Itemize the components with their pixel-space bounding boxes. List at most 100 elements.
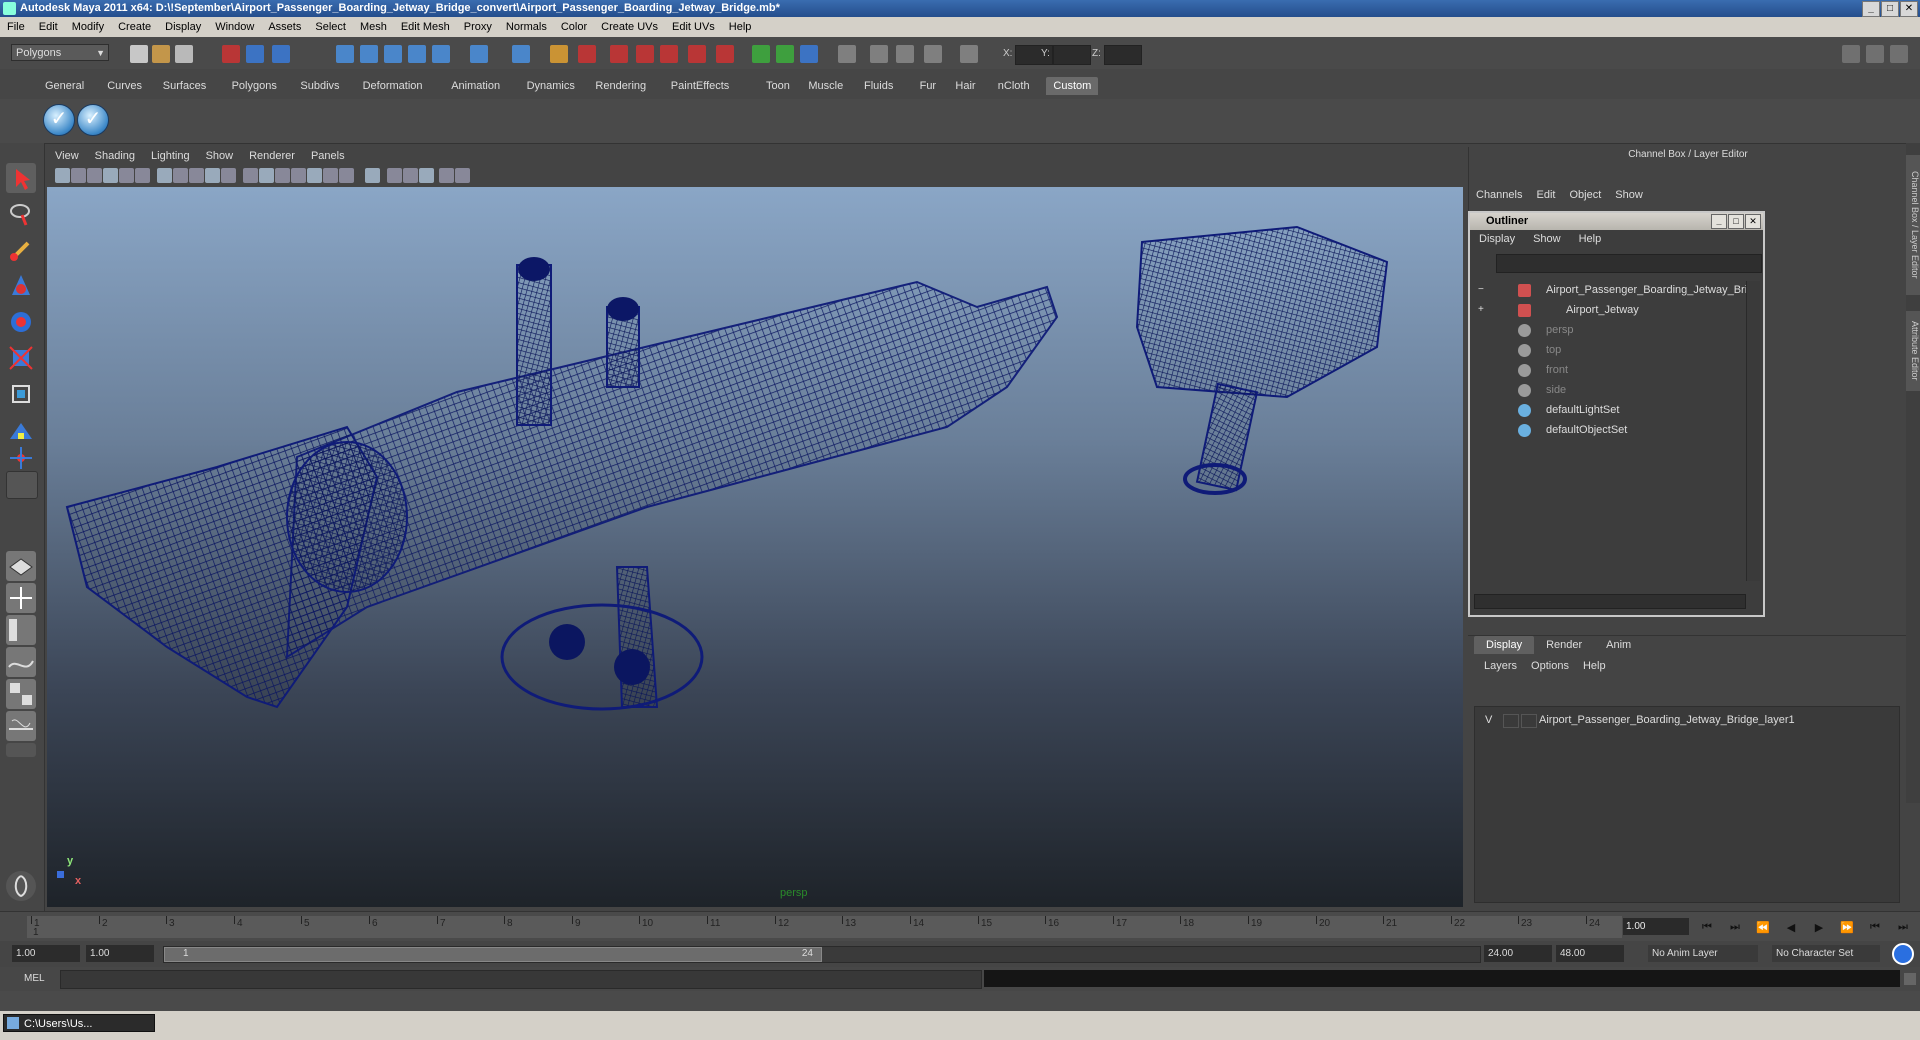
outliner-filter-field[interactable] (1496, 254, 1762, 273)
ipr-render-icon[interactable] (636, 45, 654, 63)
graph-editor-layout-icon[interactable] (6, 711, 36, 741)
outliner-horizontal-scrollbar[interactable] (1474, 594, 1746, 609)
current-frame-field[interactable]: 1.00 (1623, 918, 1689, 935)
shelf-tab-surfaces[interactable]: Surfaces (156, 77, 213, 95)
select-tool-icon[interactable] (6, 163, 36, 193)
shelf-tab-polygons[interactable]: Polygons (225, 77, 284, 95)
go-to-start-icon[interactable]: ⏮ (1697, 921, 1717, 934)
history-icon[interactable] (470, 45, 488, 63)
step-back-key-icon[interactable]: ⏭ (1725, 921, 1745, 934)
move-tool-icon[interactable] (6, 271, 36, 301)
use-all-lights-icon[interactable] (307, 168, 322, 183)
shelf-tab-ncloth[interactable]: nCloth (991, 77, 1037, 95)
film-gate-icon[interactable] (135, 168, 150, 183)
shelf-button-check-2[interactable]: ✓ (77, 104, 109, 136)
step-forward-key-icon[interactable]: ⏮ (1865, 921, 1885, 934)
shelf-button-check-1[interactable]: ✓ (43, 104, 75, 136)
bookmarks-icon[interactable] (87, 168, 102, 183)
backface-culling-icon[interactable] (419, 168, 434, 183)
shelf-tab-subdivs[interactable]: Subdivs (293, 77, 346, 95)
soft-mod-tool-icon[interactable] (6, 415, 36, 445)
outliner-item[interactable]: defaultObjectSet (1470, 421, 1740, 439)
select-object-icon[interactable] (246, 45, 264, 63)
outliner-vertical-scrollbar[interactable] (1746, 281, 1760, 581)
outliner-minimize-button[interactable]: _ (1711, 214, 1727, 229)
go-to-end-icon[interactable]: ⏭ (1893, 921, 1913, 934)
shelf-tab-rendering[interactable]: Rendering (588, 77, 653, 95)
playback-start-field[interactable]: 1.00 (86, 945, 154, 962)
outliner-item[interactable]: front (1470, 361, 1740, 379)
menu-set-select[interactable]: Polygons ▼ (11, 44, 109, 61)
select-camera-icon[interactable] (55, 168, 70, 183)
snap-plane-icon[interactable] (408, 45, 426, 63)
range-slider-bar[interactable]: 1 24 (163, 946, 1481, 963)
menu-assets[interactable]: Assets (261, 21, 308, 33)
gate-mask-icon[interactable] (173, 168, 188, 183)
z-coord-field[interactable] (1104, 45, 1142, 65)
shelf-tab-deformation[interactable]: Deformation (356, 77, 430, 95)
sidebar-channel-icon[interactable] (800, 45, 818, 63)
camera-zoom-icon[interactable] (455, 168, 470, 183)
step-back-frame-icon[interactable]: ⏪ (1753, 921, 1773, 934)
grid-toggle-icon[interactable] (119, 168, 134, 183)
shelf-tab-hair[interactable]: Hair (948, 77, 982, 95)
outliner-menu-show[interactable]: Show (1524, 233, 1570, 245)
shelf-tab-animation[interactable]: Animation (444, 77, 507, 95)
sidebar-tool-icon[interactable] (776, 45, 794, 63)
shelf-tab-painteffects[interactable]: PaintEffects (664, 77, 737, 95)
help-icon[interactable] (512, 45, 530, 63)
wireframe-icon[interactable] (243, 168, 258, 183)
outliner-item[interactable]: + Airport_Jetway (1470, 301, 1740, 319)
menu-modify[interactable]: Modify (65, 21, 111, 33)
expand-toggle-icon[interactable]: − (1478, 281, 1484, 299)
select-component-icon[interactable] (272, 45, 290, 63)
menu-display[interactable]: Display (158, 21, 208, 33)
outliner-item[interactable]: persp (1470, 321, 1740, 339)
menu-edit-mesh[interactable]: Edit Mesh (394, 21, 457, 33)
layer-tab-render[interactable]: Render (1534, 636, 1594, 654)
layer-visibility-toggle[interactable]: V (1485, 711, 1492, 729)
hq-lighting-icon[interactable] (339, 168, 354, 183)
rotate-tool-icon[interactable] (6, 307, 36, 337)
outliner-item[interactable]: defaultLightSet (1470, 401, 1740, 419)
menu-file[interactable]: File (0, 21, 32, 33)
outliner-menu-help[interactable]: Help (1570, 233, 1611, 245)
shelf-tab-muscle[interactable]: Muscle (801, 77, 850, 95)
channel-menu-object[interactable]: Object (1562, 189, 1608, 201)
layer-type-toggle[interactable] (1503, 714, 1519, 728)
universal-manipulator-icon[interactable] (6, 379, 36, 409)
shelf-tab-fluids[interactable]: Fluids (857, 77, 900, 95)
step-forward-frame-icon[interactable]: ⏩ (1837, 921, 1857, 934)
render-view-icon[interactable] (716, 45, 734, 63)
play-forwards-icon[interactable]: ▶ (1809, 921, 1829, 934)
select-hierarchy-icon[interactable] (222, 45, 240, 63)
make-live-icon[interactable] (432, 45, 450, 63)
outliner-item[interactable]: side (1470, 381, 1740, 399)
channel-menu-edit[interactable]: Edit (1529, 189, 1562, 201)
input-box-icon[interactable] (838, 45, 856, 63)
shelf-tab-toon[interactable]: Toon (759, 77, 797, 95)
hypershade-layout-icon[interactable] (6, 679, 36, 709)
field-chart-icon[interactable] (189, 168, 204, 183)
safe-action-icon[interactable] (205, 168, 220, 183)
selection-highlight-icon[interactable] (578, 45, 596, 63)
outliner-maximize-button[interactable]: □ (1728, 214, 1744, 229)
lasso-tool-icon[interactable] (6, 199, 36, 229)
anim-layer-dropdown[interactable]: No Anim Layer (1648, 945, 1758, 962)
command-language-label[interactable]: MEL (24, 973, 45, 984)
layout-collapse-icon[interactable] (6, 743, 36, 757)
layer-color-swatch[interactable] (1521, 714, 1537, 728)
shelf-tab-dynamics[interactable]: Dynamics (520, 77, 582, 95)
layer-row[interactable]: V Airport_Passenger_Boarding_Jetway_Brid… (1475, 711, 1899, 729)
layer-menu-layers[interactable]: Layers (1478, 660, 1525, 672)
shadows-icon[interactable] (323, 168, 338, 183)
menu-help[interactable]: Help (722, 21, 759, 33)
shelf-tab-fur[interactable]: Fur (913, 77, 944, 95)
viewport[interactable]: persp y x (47, 187, 1463, 907)
outliner-menu-display[interactable]: Display (1470, 233, 1524, 245)
perspective-outliner-layout-icon[interactable] (6, 615, 36, 645)
snap-grid-icon[interactable] (336, 45, 354, 63)
menu-edit[interactable]: Edit (32, 21, 65, 33)
layer-menu-options[interactable]: Options (1525, 660, 1577, 672)
attribute-editor-side-tab[interactable]: Attribute Editor (1906, 311, 1920, 391)
